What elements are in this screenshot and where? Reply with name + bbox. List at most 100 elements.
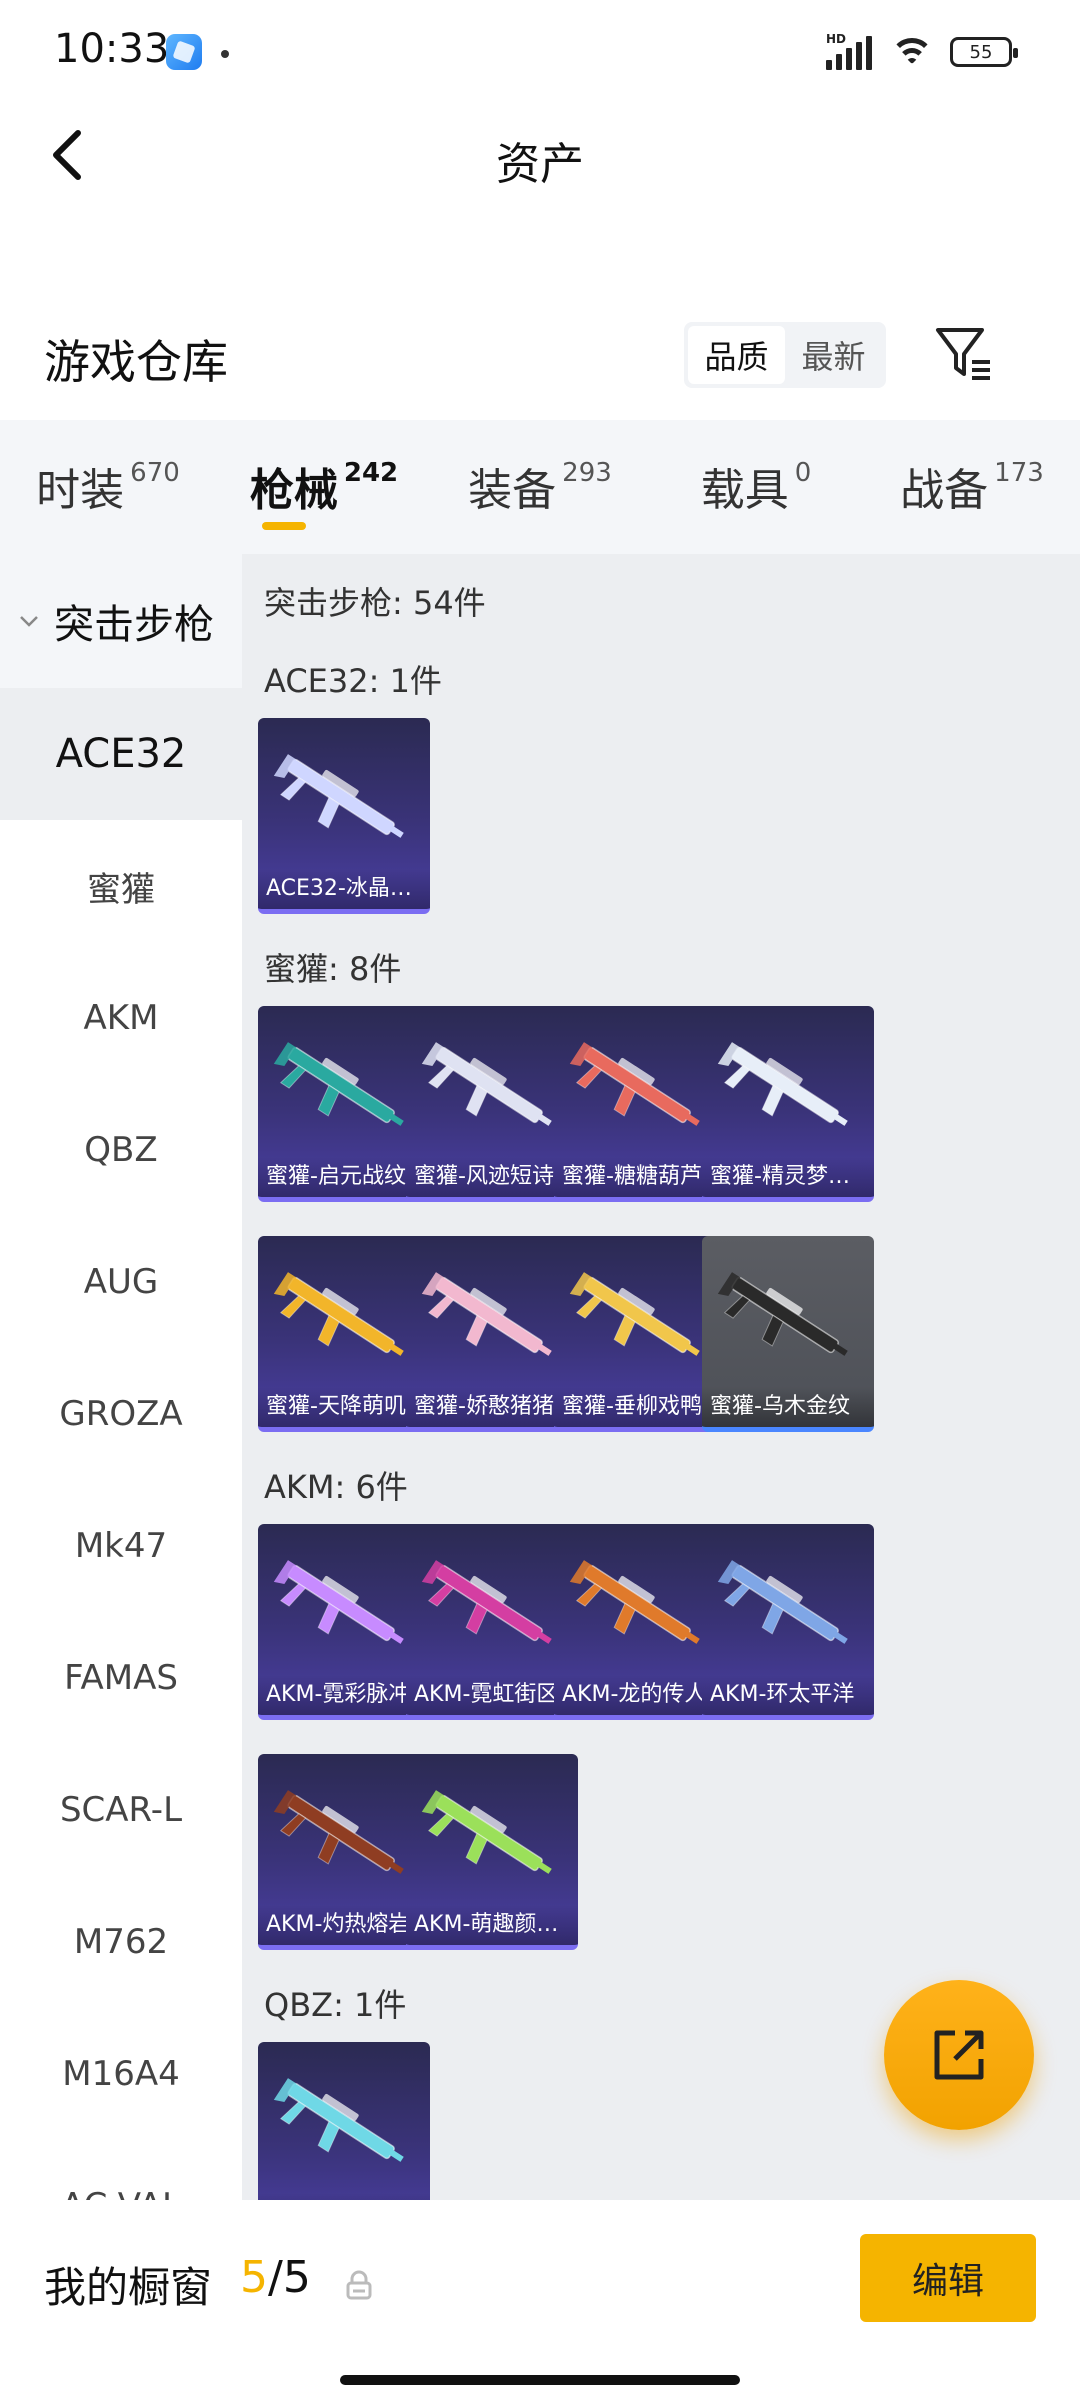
gun-skin-image	[568, 1258, 712, 1378]
sidebar-item[interactable]: ACE32	[0, 688, 242, 820]
group-title: QBZ: 1件	[264, 1986, 407, 2024]
category-summary: 突击步枪: 54件	[264, 584, 486, 622]
sort-quality-button[interactable]: 品质	[688, 326, 785, 384]
sidebar-item[interactable]: AUG	[0, 1216, 242, 1348]
item-card[interactable]: ACE32-冰晶…	[258, 718, 430, 914]
chevron-down-icon	[20, 616, 38, 627]
sidebar-item[interactable]: Mk47	[0, 1480, 242, 1612]
gun-skin-image	[272, 1546, 416, 1666]
tab-label: 装备	[468, 465, 557, 516]
gun-skin-image	[420, 1258, 564, 1378]
item-label: AKM-萌趣颜…	[406, 1905, 578, 1945]
item-card[interactable]: AKM-环太平洋	[702, 1524, 874, 1720]
item-label: 蜜獾-精灵梦…	[702, 1157, 874, 1197]
tab-vehicles[interactable]: 载具 0	[648, 420, 864, 554]
tab-label: 战备	[900, 465, 989, 516]
item-grid: 突击步枪: 54件 ACE32: 1件 ACE32-冰晶… 蜜獾: 8件 蜜獾-启…	[242, 554, 1080, 2200]
showcase-label: 我的橱窗	[44, 2263, 213, 2312]
status-indicators: HD 55	[826, 32, 1018, 72]
tab-label: 枪械	[249, 465, 338, 516]
item-label: AKM-环太平洋	[702, 1675, 874, 1715]
item-card[interactable]: 蜜獾-娇憨猪猪	[406, 1236, 578, 1432]
item-card[interactable]: QBZ-炫彩涂鸦	[258, 2042, 430, 2200]
tab-guns[interactable]: 枪械 242	[216, 420, 432, 554]
item-card[interactable]: AKM-萌趣颜…	[406, 1754, 578, 1950]
item-label: AKM-霓彩脉冲	[258, 1675, 430, 1715]
item-label: AKM-灼热熔岩	[258, 1905, 430, 1945]
gun-skin-image	[568, 1028, 712, 1148]
item-card[interactable]: 蜜獾-乌木金纹	[702, 1236, 874, 1432]
item-card[interactable]: 蜜獾-启元战纹	[258, 1006, 430, 1202]
showcase-count: 5/5	[240, 2252, 311, 2303]
weapon-sidebar: 突击步枪 ACE32 蜜獾 AKM QBZ AUG GROZA Mk47 FAMAS SCAR-…	[0, 554, 242, 2200]
home-indicator[interactable]	[340, 2375, 740, 2385]
status-time: 10:33	[54, 26, 170, 72]
group-title: 蜜獾: 8件	[264, 950, 402, 988]
lock-icon	[346, 2270, 372, 2300]
item-card[interactable]: AKM-霓彩脉冲	[258, 1524, 430, 1720]
item-card[interactable]: AKM-灼热熔岩	[258, 1754, 430, 1950]
sidebar-item[interactable]: FAMAS	[0, 1612, 242, 1744]
item-card[interactable]: AKM-龙的传人	[554, 1524, 726, 1720]
warehouse-title: 游戏仓库	[44, 335, 228, 389]
share-icon	[934, 2030, 984, 2080]
sort-toggle: 品质 最新	[684, 322, 886, 388]
signal-icon: HD	[826, 32, 874, 70]
sidebar-item[interactable]: AC-VAL	[0, 2140, 242, 2200]
gun-skin-image	[272, 1028, 416, 1148]
sidebar-item[interactable]: M762	[0, 1876, 242, 2008]
tab-count: 670	[130, 458, 180, 488]
showcase-bar: 我的橱窗 5/5 编辑	[0, 2200, 1080, 2400]
status-bar: 10:33 HD 55	[0, 0, 1080, 104]
item-card[interactable]: 蜜獾-风迹短诗	[406, 1006, 578, 1202]
tab-supplies[interactable]: 战备 173	[864, 420, 1080, 554]
gun-skin-image	[272, 740, 416, 860]
group-title: ACE32: 1件	[264, 662, 442, 700]
item-label: AKM-霓虹街区	[406, 1675, 578, 1715]
item-label: ACE32-冰晶…	[258, 869, 430, 909]
share-button[interactable]	[884, 1980, 1034, 2130]
showcase-separator: /	[268, 2252, 283, 2303]
sidebar-item[interactable]: GROZA	[0, 1348, 242, 1480]
item-card[interactable]: 蜜獾-垂柳戏鸭	[554, 1236, 726, 1432]
tab-equipment[interactable]: 装备 293	[432, 420, 648, 554]
category-tabs: 时装 670 枪械 242 装备 293 载具 0 战备 173	[0, 420, 1080, 554]
showcase-total: 5	[282, 2252, 311, 2303]
item-card[interactable]: 蜜獾-糖糖葫芦	[554, 1006, 726, 1202]
sidebar-item[interactable]: SCAR-L	[0, 1744, 242, 1876]
gun-skin-image	[272, 1258, 416, 1378]
notification-dot	[221, 50, 229, 58]
gun-skin-image	[716, 1546, 860, 1666]
group-title: AKM: 6件	[264, 1468, 408, 1506]
sidebar-item[interactable]: AKM	[0, 952, 242, 1084]
tab-label: 载具	[700, 465, 789, 516]
network-type: HD	[826, 32, 847, 46]
tab-fashion[interactable]: 时装 670	[0, 420, 216, 554]
sidebar-item[interactable]: M16A4	[0, 2008, 242, 2140]
gun-skin-image	[420, 1776, 564, 1896]
wifi-icon	[888, 34, 936, 70]
active-tab-indicator	[262, 522, 306, 530]
filter-icon[interactable]	[932, 322, 996, 386]
gun-skin-image	[568, 1546, 712, 1666]
battery-level: 55	[969, 41, 993, 63]
sidebar-item[interactable]: 蜜獾	[0, 820, 242, 952]
sidebar-group-assault-rifles[interactable]: 突击步枪	[0, 554, 242, 688]
battery-icon: 55	[950, 37, 1018, 67]
item-label: 蜜獾-糖糖葫芦	[554, 1157, 726, 1197]
page-title: 资产	[496, 139, 584, 190]
item-card[interactable]: AKM-霓虹街区	[406, 1524, 578, 1720]
gun-skin-image	[716, 1028, 860, 1148]
tab-count: 242	[343, 458, 399, 488]
showcase-current: 5	[240, 2252, 268, 2303]
item-label: AKM-龙的传人	[554, 1675, 726, 1715]
gun-skin-image	[420, 1028, 564, 1148]
sidebar-item[interactable]: QBZ	[0, 1084, 242, 1216]
item-card[interactable]: 蜜獾-天降萌叽	[258, 1236, 430, 1432]
sort-latest-button[interactable]: 最新	[785, 326, 882, 384]
item-label: 蜜獾-启元战纹	[258, 1157, 430, 1197]
app-notification-icon	[166, 34, 202, 70]
item-card[interactable]: 蜜獾-精灵梦…	[702, 1006, 874, 1202]
gun-skin-image	[420, 1546, 564, 1666]
edit-showcase-button[interactable]: 编辑	[860, 2234, 1036, 2322]
